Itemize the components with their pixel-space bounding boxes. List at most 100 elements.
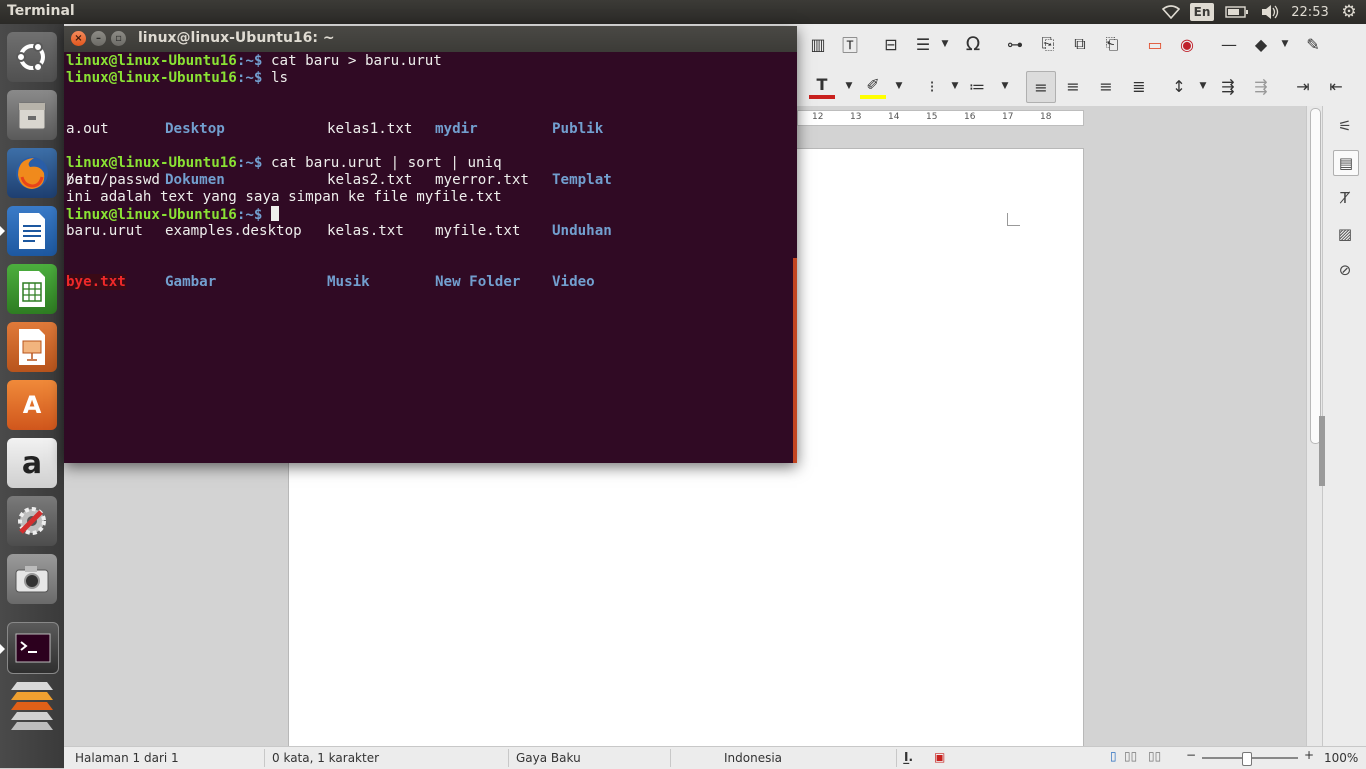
calc-spreadsheet-icon[interactable] — [7, 264, 57, 314]
chevron-down-icon[interactable]: ▼ — [836, 73, 862, 99]
workspace-stack-icon[interactable] — [7, 678, 57, 738]
maximize-button[interactable]: ▫ — [111, 31, 126, 46]
chevron-down-icon[interactable]: ▼ — [1272, 31, 1298, 57]
highlight-color-icon[interactable]: ✐ — [860, 73, 886, 99]
firefox-icon[interactable] — [7, 148, 57, 198]
battery-icon[interactable] — [1224, 2, 1250, 22]
comment-icon[interactable]: ▭ — [1142, 31, 1168, 57]
insert-line-icon[interactable]: — — [1216, 31, 1242, 57]
decrease-paragraph-spacing-icon[interactable]: ⇶ — [1248, 73, 1274, 99]
align-justify-icon[interactable]: ≣ — [1126, 73, 1152, 99]
align-left-icon[interactable]: ≡ — [1026, 71, 1056, 103]
bookmark-icon[interactable]: ⎗ — [1099, 31, 1125, 57]
insert-chart-icon[interactable]: ▥ — [805, 31, 831, 57]
keyboard-language-indicator[interactable]: En — [1190, 3, 1214, 21]
increase-paragraph-spacing-icon[interactable]: ⇶ — [1215, 73, 1241, 99]
chevron-down-icon[interactable]: ▼ — [886, 73, 912, 99]
terminal-titlebar[interactable]: × – ▫ linux@linux-Ubuntu16: ~ — [64, 26, 797, 52]
writer-document-icon[interactable] — [7, 206, 57, 256]
amazon-icon[interactable]: a — [7, 438, 57, 488]
ruler-number: 14 — [888, 112, 900, 122]
terminal-output[interactable]: linux@linux-Ubuntu16:~$ cat baru > baru.… — [66, 53, 791, 461]
chevron-down-icon[interactable]: ▼ — [1190, 73, 1216, 99]
insert-page-break-icon[interactable]: ⊟ — [878, 31, 904, 57]
ls-entry: examples.desktop — [165, 223, 302, 239]
ls-column: kelas1.txt kelas2.txt kelas.txt Musik — [327, 87, 412, 325]
chevron-down-icon[interactable]: ▼ — [932, 31, 958, 57]
camera-icon[interactable] — [7, 554, 57, 604]
terminal-icon[interactable] — [7, 622, 59, 674]
prompt-path: :~$ — [236, 207, 263, 223]
page-style[interactable]: Gaya Baku — [516, 751, 581, 765]
draw-functions-icon[interactable]: ✎ — [1300, 31, 1326, 57]
ls-entry-directory: Desktop — [165, 121, 225, 137]
sidebar-grip[interactable] — [1319, 416, 1325, 486]
terminal-title: linux@linux-Ubuntu16: ~ — [138, 30, 335, 46]
top-panel: Terminal En 22:53 ⚙ — [0, 0, 1366, 24]
sidebar-deck-tabbar: ⚟ ▤ Ⱦ ▨ ⊘ — [1319, 106, 1366, 746]
document-modified-icon[interactable]: ▣ — [934, 750, 945, 764]
clock[interactable]: 22:53 — [1288, 2, 1332, 22]
word-count[interactable]: 0 kata, 1 karakter — [272, 751, 379, 765]
zoom-in-icon[interactable]: + — [1304, 748, 1314, 762]
wifi-icon[interactable] — [1160, 2, 1182, 22]
decrease-indent-icon[interactable]: ⇤ — [1323, 73, 1349, 99]
gear-icon[interactable]: ⚙ — [1338, 2, 1360, 22]
insert-textbox-icon[interactable]: 🅃 — [837, 31, 863, 57]
scrollbar-thumb[interactable] — [1310, 108, 1321, 444]
impress-presentation-icon[interactable] — [7, 322, 57, 372]
footnote-icon[interactable]: ⎘ — [1035, 31, 1061, 57]
shopping-bag-icon[interactable]: A — [7, 380, 57, 430]
hyperlink-icon[interactable]: ⊶ — [1002, 31, 1028, 57]
close-button[interactable]: × — [71, 31, 86, 46]
command-text: ls — [262, 70, 289, 86]
chevron-down-icon[interactable]: ▼ — [992, 73, 1018, 99]
align-right-icon[interactable]: ≡ — [1093, 73, 1119, 99]
ls-entry: baru.urut — [66, 223, 143, 239]
zoom-slider-handle[interactable] — [1242, 752, 1252, 766]
ls-entry-directory: Templat — [552, 172, 612, 188]
output-line: /etc/passwd — [66, 172, 160, 188]
book-view-icon[interactable]: ▯▯ — [1148, 749, 1161, 763]
sidebar-settings-icon[interactable]: ⚟ — [1333, 114, 1357, 138]
prompt-user: linux@linux-Ubuntu16 — [66, 207, 237, 223]
numbered-list-icon[interactable]: ≔ — [964, 73, 990, 99]
ruler-number: 16 — [964, 112, 976, 122]
prompt-path: :~$ — [236, 155, 263, 171]
ls-entry: myerror.txt — [435, 172, 529, 188]
gallery-icon[interactable]: ▨ — [1333, 222, 1357, 246]
settings-wrench-icon[interactable] — [7, 496, 57, 546]
zoom-level[interactable]: 100% — [1324, 751, 1358, 765]
navigator-icon[interactable]: ⊘ — [1333, 258, 1357, 282]
increase-indent-icon[interactable]: ⇥ — [1290, 73, 1316, 99]
basic-shapes-icon[interactable]: ◆ — [1248, 31, 1274, 57]
styles-icon[interactable]: Ⱦ — [1333, 186, 1357, 210]
text-language[interactable]: Indonesia — [724, 751, 782, 765]
ubuntu-logo-icon[interactable] — [7, 32, 57, 82]
volume-icon[interactable] — [1258, 2, 1282, 22]
text-boundary-corner — [1007, 213, 1020, 226]
single-page-view-icon[interactable]: ▯ — [1110, 749, 1117, 763]
align-center-icon[interactable]: ≡ — [1060, 73, 1086, 99]
divider — [670, 749, 671, 767]
track-changes-icon[interactable]: ◉ — [1174, 31, 1200, 57]
ls-entry: kelas2.txt — [327, 172, 413, 188]
font-color-icon[interactable]: T — [809, 73, 835, 99]
horizontal-ruler[interactable]: 12 13 14 15 16 17 18 — [797, 110, 1084, 126]
page-count[interactable]: Halaman 1 dari 1 — [75, 751, 179, 765]
terminal-scroll-indicator[interactable] — [793, 258, 797, 463]
properties-icon[interactable]: ▤ — [1333, 150, 1359, 176]
ls-column: Publik Templat Unduhan Video — [552, 87, 612, 325]
file-cabinet-icon[interactable] — [7, 90, 57, 140]
line-spacing-icon[interactable]: ↕ — [1166, 73, 1192, 99]
insert-mode-icon[interactable]: I̲. — [904, 750, 913, 764]
minimize-button[interactable]: – — [91, 31, 106, 46]
output-line: ini adalah text yang saya simpan ke file… — [66, 189, 502, 205]
multi-page-view-icon[interactable]: ▯▯ — [1124, 749, 1137, 763]
ls-entry: kelas.txt — [327, 223, 404, 239]
terminal-line: linux@linux-Ubuntu16:~$ ls — [66, 70, 288, 87]
cross-reference-icon[interactable]: ⧉ — [1067, 31, 1093, 57]
terminal-window[interactable]: × – ▫ linux@linux-Ubuntu16: ~ linux@linu… — [64, 26, 797, 463]
special-character-icon[interactable]: Ω — [960, 31, 986, 57]
zoom-out-icon[interactable]: − — [1186, 748, 1196, 762]
